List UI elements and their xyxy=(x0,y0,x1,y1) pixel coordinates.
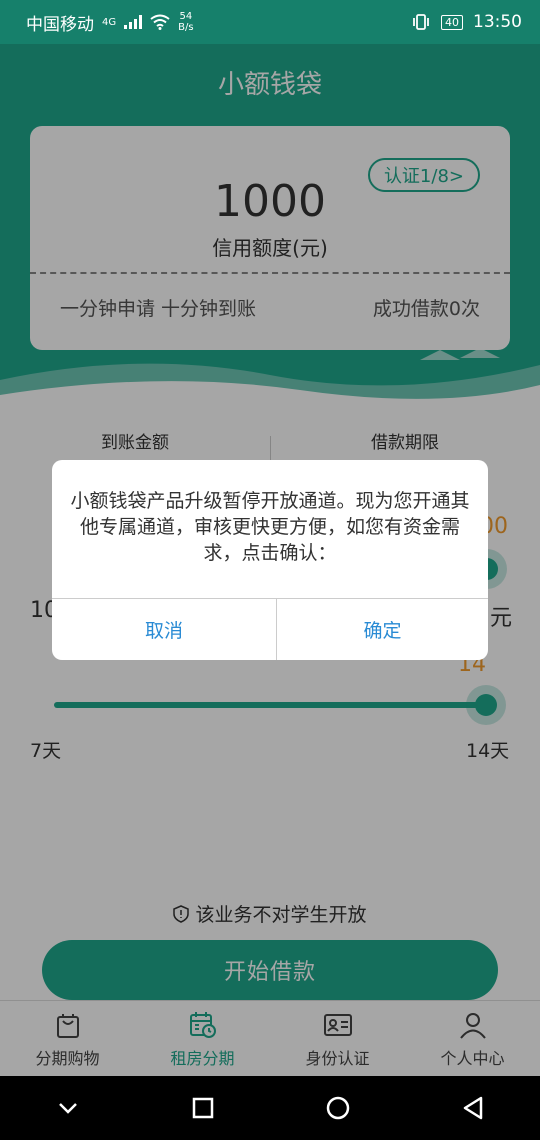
back-icon[interactable] xyxy=(459,1094,487,1122)
signal-icon xyxy=(124,15,143,29)
wifi-icon xyxy=(150,14,170,30)
carrier-name: 中国移动 xyxy=(26,14,94,35)
recent-apps-icon[interactable] xyxy=(189,1094,217,1122)
notice-dialog: 小额钱袋产品升级暂停开放通道。现为您开通其他专属通道，审核更快更方便，如您有资金… xyxy=(52,460,488,660)
home-icon[interactable] xyxy=(324,1094,352,1122)
battery-icon: 40 xyxy=(441,14,463,30)
confirm-button[interactable]: 确定 xyxy=(277,599,488,660)
chevron-down-icon[interactable] xyxy=(54,1094,82,1122)
clock: 13:50 xyxy=(473,12,522,32)
network-type: 4G xyxy=(102,16,117,28)
system-nav-bar xyxy=(0,1076,540,1140)
cancel-button[interactable]: 取消 xyxy=(52,599,276,660)
vibrate-icon xyxy=(413,14,429,30)
dialog-message: 小额钱袋产品升级暂停开放通道。现为您开通其他专属通道，审核更快更方便，如您有资金… xyxy=(70,490,470,564)
status-bar: 中国移动 4G 54 B/s 40 13:50 xyxy=(0,0,540,44)
net-speed: 54 B/s xyxy=(178,11,194,33)
